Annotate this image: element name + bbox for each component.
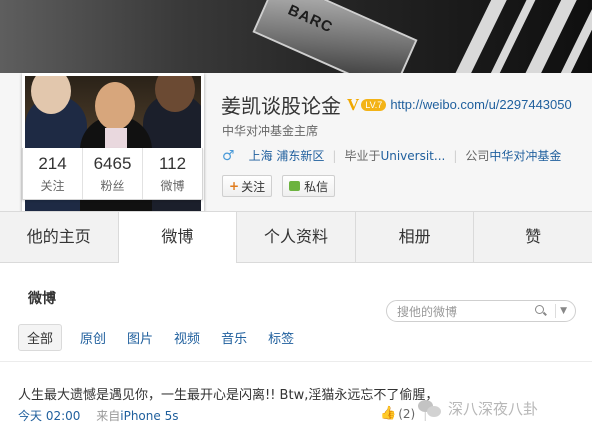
tab-home[interactable]: 他的主页 [0,212,119,262]
school-link[interactable]: Universit... [380,149,445,163]
stat-label: 微博 [160,179,185,193]
stat-number: 112 [158,154,187,173]
post-meta: 今天 02:00 来自iPhone 5s [18,407,178,424]
thumbs-up-icon: 👍 [380,406,397,421]
male-icon: ♂ [222,147,235,164]
stat-posts[interactable]: 112 微博 [143,148,202,199]
cover-bag-text: BARC [285,1,336,37]
meta-divider: | [453,148,458,163]
company-prefix: 公司 [465,149,490,163]
filter-music[interactable]: 音乐 [221,328,247,347]
wechat-icon [418,399,442,418]
company-link[interactable]: 中华对冲基金 [489,147,561,164]
post-time-link[interactable]: 今天 02:00 [18,409,80,423]
filter-all[interactable]: 全部 [18,324,63,351]
stat-followers[interactable]: 6465 粉丝 [83,148,143,199]
message-label: 私信 [304,179,329,194]
stat-label: 粉丝 [100,179,125,193]
like-count: (2) [398,406,416,421]
filter-original[interactable]: 原创 [80,328,106,347]
profile-name-row: 姜凯谈股论金 V LV.7 http://weibo.com/u/2297443… [221,90,572,119]
profile-url-link[interactable]: http://weibo.com/u/2297443050 [390,97,571,112]
search-box[interactable]: 搜他的微博 ▼ [386,300,576,322]
section-title: 微博 [28,291,56,307]
post-filters: 全部 原创 图片 视频 音乐 标签 [18,324,315,351]
level-badge[interactable]: LV.7 [361,98,387,111]
profile-tabs: 他的主页 微博 个人资料 相册 赞 [0,211,592,263]
verified-icon[interactable]: V [347,95,359,115]
search-icon[interactable] [535,305,547,317]
profile-meta: ♂ 上海 浦东新区 | 毕业于 Universit... | 公司 中华对冲基金 [222,147,561,164]
message-icon [289,181,301,191]
profile-name: 姜凯谈股论金 [221,94,341,118]
cover-image: BARC [0,0,592,73]
tab-albums[interactable]: 相册 [356,212,475,262]
school-prefix: 毕业于 [344,149,381,163]
stat-number: 6465 [93,154,132,173]
meta-divider: | [332,148,337,163]
divider [0,361,592,362]
search-divider [555,304,557,318]
search-input[interactable]: 搜他的微博 [397,303,535,320]
stat-number: 214 [38,154,67,173]
chevron-down-icon[interactable]: ▼ [560,306,567,316]
follow-label: 关注 [241,179,266,194]
follow-button[interactable]: + 关注 [222,175,273,197]
stat-following[interactable]: 214 关注 [23,148,83,199]
stat-label: 关注 [40,179,65,193]
cover-bag: BARC [252,0,418,73]
tab-weibo[interactable]: 微博 [118,212,238,263]
post-source-prefix: 来自 [96,409,121,423]
watermark-text: 深八深夜八卦 [448,400,539,418]
profile-actions: + 关注 私信 [222,175,345,197]
location-link[interactable]: 上海 浦东新区 [249,147,325,164]
profile-bio: 中华对冲基金主席 [222,124,319,138]
watermark: 深八深夜八卦 [418,398,538,419]
filter-tags[interactable]: 标签 [268,328,294,347]
message-button[interactable]: 私信 [282,175,336,197]
filter-videos[interactable]: 视频 [174,328,200,347]
tab-profile-info[interactable]: 个人资料 [237,212,356,262]
filter-images[interactable]: 图片 [127,328,153,347]
profile-stats: 214 关注 6465 粉丝 112 微博 [22,148,203,200]
post-source-link[interactable]: iPhone 5s [120,409,178,423]
plus-icon: + [229,179,240,193]
post-text: 人生最大遗憾是遇见你，一生最开心是闪离!! Btw,淫猫永远忘不了偷腥， [18,388,439,403]
tab-likes[interactable]: 赞 [474,212,592,262]
